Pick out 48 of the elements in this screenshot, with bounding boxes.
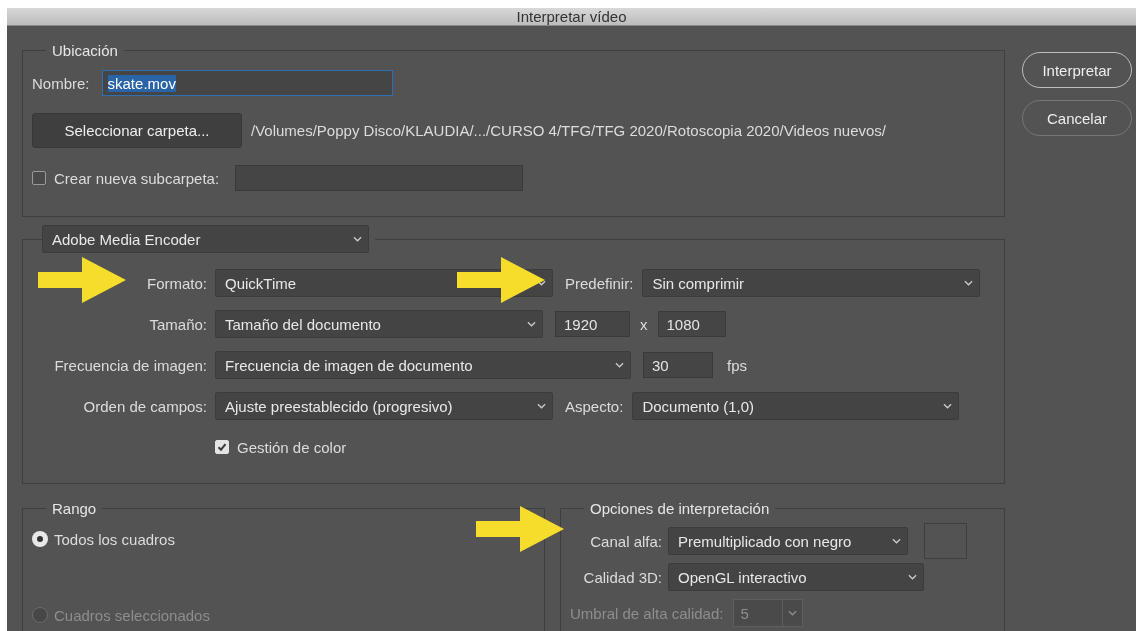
field-label: Calidad 3D: <box>582 568 662 586</box>
chevron-icon <box>908 574 917 580</box>
dropdown[interactable]: Premultiplicado con negro <box>668 527 908 555</box>
window-title: Interpretar vídeo <box>7 8 1136 26</box>
field-label: Nombre: <box>32 74 90 92</box>
field-label: Umbral de alta calidad: <box>570 604 724 622</box>
dropdown[interactable]: Ajuste preestablecido (progresivo) <box>215 392 553 420</box>
dropdown[interactable]: Frecuencia de imagen de documento <box>215 351 631 379</box>
dropdown[interactable]: OpenGL interactivo <box>668 563 924 591</box>
input-field[interactable]: skate.mov <box>101 70 393 96</box>
dropdown[interactable]: Tamaño del documento <box>215 310 543 338</box>
radio-label: Cuadros seleccionados <box>54 606 210 624</box>
checkbox-label: Crear nueva subcarpeta: <box>54 169 220 187</box>
checkbox[interactable] <box>32 171 46 185</box>
field-label: Formato: <box>146 274 207 292</box>
select-folder-button[interactable]: Seleccionar carpeta... <box>32 113 242 148</box>
input-field[interactable]: 1920 <box>555 311 630 337</box>
dropdown[interactable]: Sin comprimir <box>642 269 981 297</box>
chevron-icon <box>537 403 546 409</box>
radio-button[interactable] <box>32 531 48 547</box>
dialog-button[interactable]: Interpretar <box>1022 52 1132 88</box>
field-label: Predefinir: <box>565 274 634 292</box>
checkbox-label: Gestión de color <box>237 438 347 456</box>
input-field[interactable] <box>235 165 524 191</box>
chevron-icon <box>892 538 901 544</box>
folder-path: /Volumes/Poppy Disco/KLAUDIA/.../CURSO 4/TFG/TFG 2020/Rotoscopia 2020/Videos nuevos/ <box>251 122 887 139</box>
field-label: Aspecto: <box>565 397 624 415</box>
dropdown[interactable]: Documento (1,0) <box>632 392 960 420</box>
chevron-icon <box>964 280 974 286</box>
field-label: Tamaño: <box>148 315 207 333</box>
dialog-button[interactable]: Cancelar <box>1022 100 1132 136</box>
field-label: Frecuencia de imagen: <box>53 356 207 374</box>
input-field[interactable]: 30 <box>643 352 713 378</box>
separator-label: x <box>640 315 648 333</box>
chevron-icon <box>353 236 362 242</box>
dropdown[interactable]: Adobe Media Encoder <box>42 225 369 253</box>
field-label: Canal alfa: <box>589 532 662 550</box>
chevron-icon <box>943 403 953 409</box>
chevron-icon <box>527 321 536 327</box>
radio-label: Todos los cuadros <box>54 530 175 548</box>
chevron-icon <box>788 610 798 616</box>
field-label: Orden de campos: <box>82 397 207 415</box>
group-title: Rango <box>51 500 98 517</box>
chevron-icon <box>615 362 624 368</box>
unit-label: fps <box>727 356 747 374</box>
input-field[interactable]: 1080 <box>657 311 726 337</box>
group-title: Opciones de interpretación <box>589 500 771 517</box>
group-title: Ubicación <box>51 42 119 59</box>
